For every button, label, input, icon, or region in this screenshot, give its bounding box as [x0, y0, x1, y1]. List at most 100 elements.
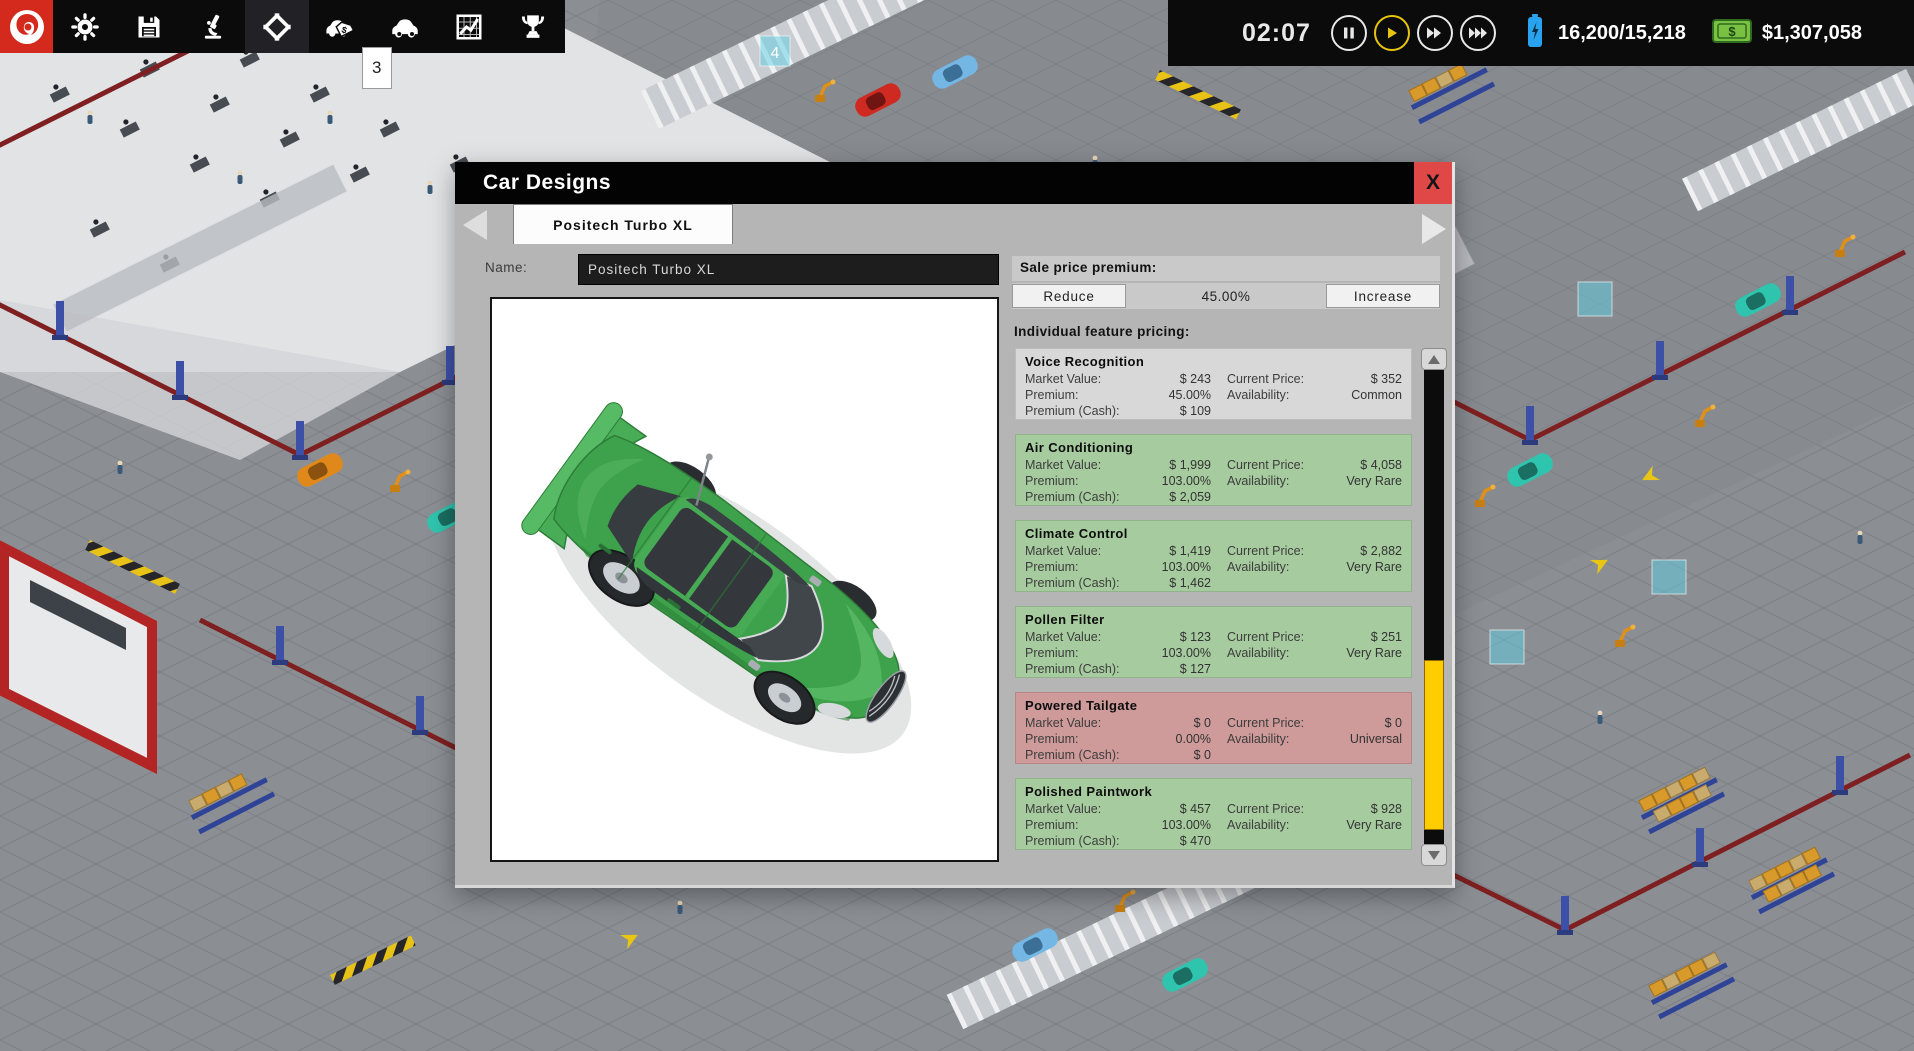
tab-positech-turbo-xl[interactable]: Positech Turbo XL	[513, 204, 733, 244]
feature-pricing-header: Individual feature pricing:	[1014, 324, 1190, 339]
availability-label: Availability:	[1227, 560, 1290, 574]
premium-value: 103.00%	[1161, 646, 1211, 660]
feature-list-scrollbar[interactable]	[1421, 348, 1447, 866]
premium-label: Premium:	[1025, 818, 1079, 832]
feature-name: Polished Paintwork	[1025, 784, 1153, 799]
current-price-label: Current Price:	[1227, 372, 1305, 386]
zone-icon	[263, 12, 291, 41]
dialog-title: Car Designs	[483, 171, 612, 194]
pricing-pane: Sale price premium: Reduce 45.00% Increa…	[1012, 244, 1447, 888]
current-price: $ 352	[1370, 372, 1402, 386]
premium-label: Premium:	[1025, 732, 1079, 746]
tab-scroll-left-arrow[interactable]	[463, 210, 487, 240]
availability-value: Universal	[1349, 732, 1402, 746]
game-clock: 02:07	[1242, 18, 1311, 47]
premium-cash-value: $ 127	[1179, 662, 1211, 676]
premium-cash-value: $ 2,059	[1169, 490, 1211, 504]
feature-name: Pollen Filter	[1025, 612, 1105, 627]
feature-details: Market Value: $ 457 Current Price: $ 928 Pr…	[1025, 801, 1402, 849]
play-button[interactable]	[1373, 15, 1410, 51]
feature-panel[interactable]: Climate Control Market Value: $ 1,419 Curr…	[1015, 520, 1412, 592]
feature-list: Voice Recognition Market Value: $ 243 Curr…	[1015, 348, 1412, 868]
stats-button[interactable]	[437, 0, 501, 53]
save-button[interactable]	[117, 0, 181, 53]
car-designs-dialog: Car Designs X Positech Turbo XL Name: Po…	[455, 162, 1455, 888]
main-toolbar: $	[0, 0, 565, 53]
market-value: $ 243	[1179, 372, 1211, 386]
premium-cash-value: $ 0	[1193, 748, 1211, 762]
fast-forward-button[interactable]	[1416, 15, 1453, 51]
feature-details: Market Value: $ 0 Current Price: $ 0 Premiu…	[1025, 715, 1402, 763]
premium-cash-value: $ 1,462	[1169, 576, 1211, 590]
name-label: Name:	[485, 260, 528, 275]
achievements-button[interactable]	[501, 0, 565, 53]
svg-text:$: $	[1728, 24, 1736, 39]
money-icon: $	[1711, 18, 1752, 48]
market-value: $ 123	[1179, 630, 1211, 644]
zone-button[interactable]	[245, 0, 309, 53]
feature-panel[interactable]: Pollen Filter Market Value: $ 123 Current …	[1015, 606, 1412, 678]
feature-panel[interactable]: Powered Tailgate Market Value: $ 0 Current…	[1015, 692, 1412, 764]
feature-name: Climate Control	[1025, 526, 1128, 541]
status-bar: 02:07 16,200/15,218 $ $1,307,058	[1168, 0, 1914, 66]
reduce-button[interactable]: Reduce	[1012, 284, 1126, 308]
design-tabs: Positech Turbo XL	[455, 204, 1452, 244]
feature-panel[interactable]: Voice Recognition Market Value: $ 243 Curr…	[1015, 348, 1412, 420]
scroll-down-button[interactable]	[1421, 844, 1447, 866]
current-price: $ 0	[1384, 716, 1402, 730]
premium-cash-label: Premium (Cash):	[1025, 576, 1120, 590]
premium-cash-label: Premium (Cash):	[1025, 490, 1120, 504]
save-icon	[138, 16, 160, 37]
premium-value: 0.00%	[1175, 732, 1211, 746]
availability-label: Availability:	[1227, 474, 1290, 488]
chart-icon	[456, 14, 482, 39]
premium-label: Premium:	[1025, 388, 1079, 402]
availability-value: Very Rare	[1346, 474, 1402, 488]
premium-cash-label: Premium (Cash):	[1025, 748, 1120, 762]
car-preview-image	[521, 402, 912, 754]
cash-value: $1,307,058	[1761, 21, 1862, 44]
tab-scroll-right-arrow[interactable]	[1422, 214, 1446, 244]
scroll-up-button[interactable]	[1421, 348, 1447, 370]
market-value: $ 457	[1179, 802, 1211, 816]
design-name-input[interactable]	[578, 254, 999, 285]
research-button[interactable]	[181, 0, 245, 53]
triangle-up-icon	[1428, 354, 1440, 364]
close-button[interactable]: X	[1414, 162, 1452, 204]
market-value-label: Market Value:	[1025, 802, 1102, 816]
pause-icon	[1343, 27, 1354, 39]
feature-details: Market Value: $ 1,419 Current Price: $ 2,88…	[1025, 543, 1402, 591]
game-screen: 4 $ 3 02:07 16,200/15,218 $ $1,307,058 C…	[0, 0, 1914, 1051]
triangle-down-icon	[1428, 850, 1440, 860]
power-icon	[1526, 13, 1544, 53]
fast-forward-icon	[1427, 27, 1442, 39]
availability-label: Availability:	[1227, 732, 1290, 746]
premium-label: Premium:	[1025, 646, 1079, 660]
market-value-label: Market Value:	[1025, 372, 1102, 386]
scrollbar-thumb[interactable]	[1424, 660, 1444, 830]
fastest-forward-button[interactable]	[1459, 15, 1496, 51]
market-value-label: Market Value:	[1025, 716, 1102, 730]
current-price-label: Current Price:	[1227, 630, 1305, 644]
feature-panel[interactable]: Air Conditioning Market Value: $ 1,999 Cur…	[1015, 434, 1412, 506]
increase-button[interactable]: Increase	[1326, 284, 1440, 308]
current-price-label: Current Price:	[1227, 802, 1305, 816]
premium-value: 45.00%	[1168, 388, 1211, 402]
pause-button[interactable]	[1330, 15, 1367, 51]
settings-button[interactable]	[53, 0, 117, 53]
car-sales-button[interactable]: $	[309, 0, 373, 53]
premium-cash-label: Premium (Cash):	[1025, 834, 1120, 848]
feature-name: Powered Tailgate	[1025, 698, 1138, 713]
market-value: $ 1,999	[1169, 458, 1211, 472]
trophy-icon	[521, 14, 545, 38]
premium-cash-value: $ 470	[1179, 834, 1211, 848]
notification-count-badge: 3	[362, 47, 392, 89]
car-designs-button[interactable]	[373, 0, 437, 53]
availability-value: Very Rare	[1346, 560, 1402, 574]
premium-cash-value: $ 109	[1179, 404, 1211, 418]
feature-panel[interactable]: Polished Paintwork Market Value: $ 457 Cur…	[1015, 778, 1412, 850]
gear-icon	[71, 12, 99, 41]
availability-label: Availability:	[1227, 388, 1290, 402]
sale-price-controls: Reduce 45.00% Increase	[1012, 283, 1440, 309]
positech-logo[interactable]	[0, 0, 53, 53]
